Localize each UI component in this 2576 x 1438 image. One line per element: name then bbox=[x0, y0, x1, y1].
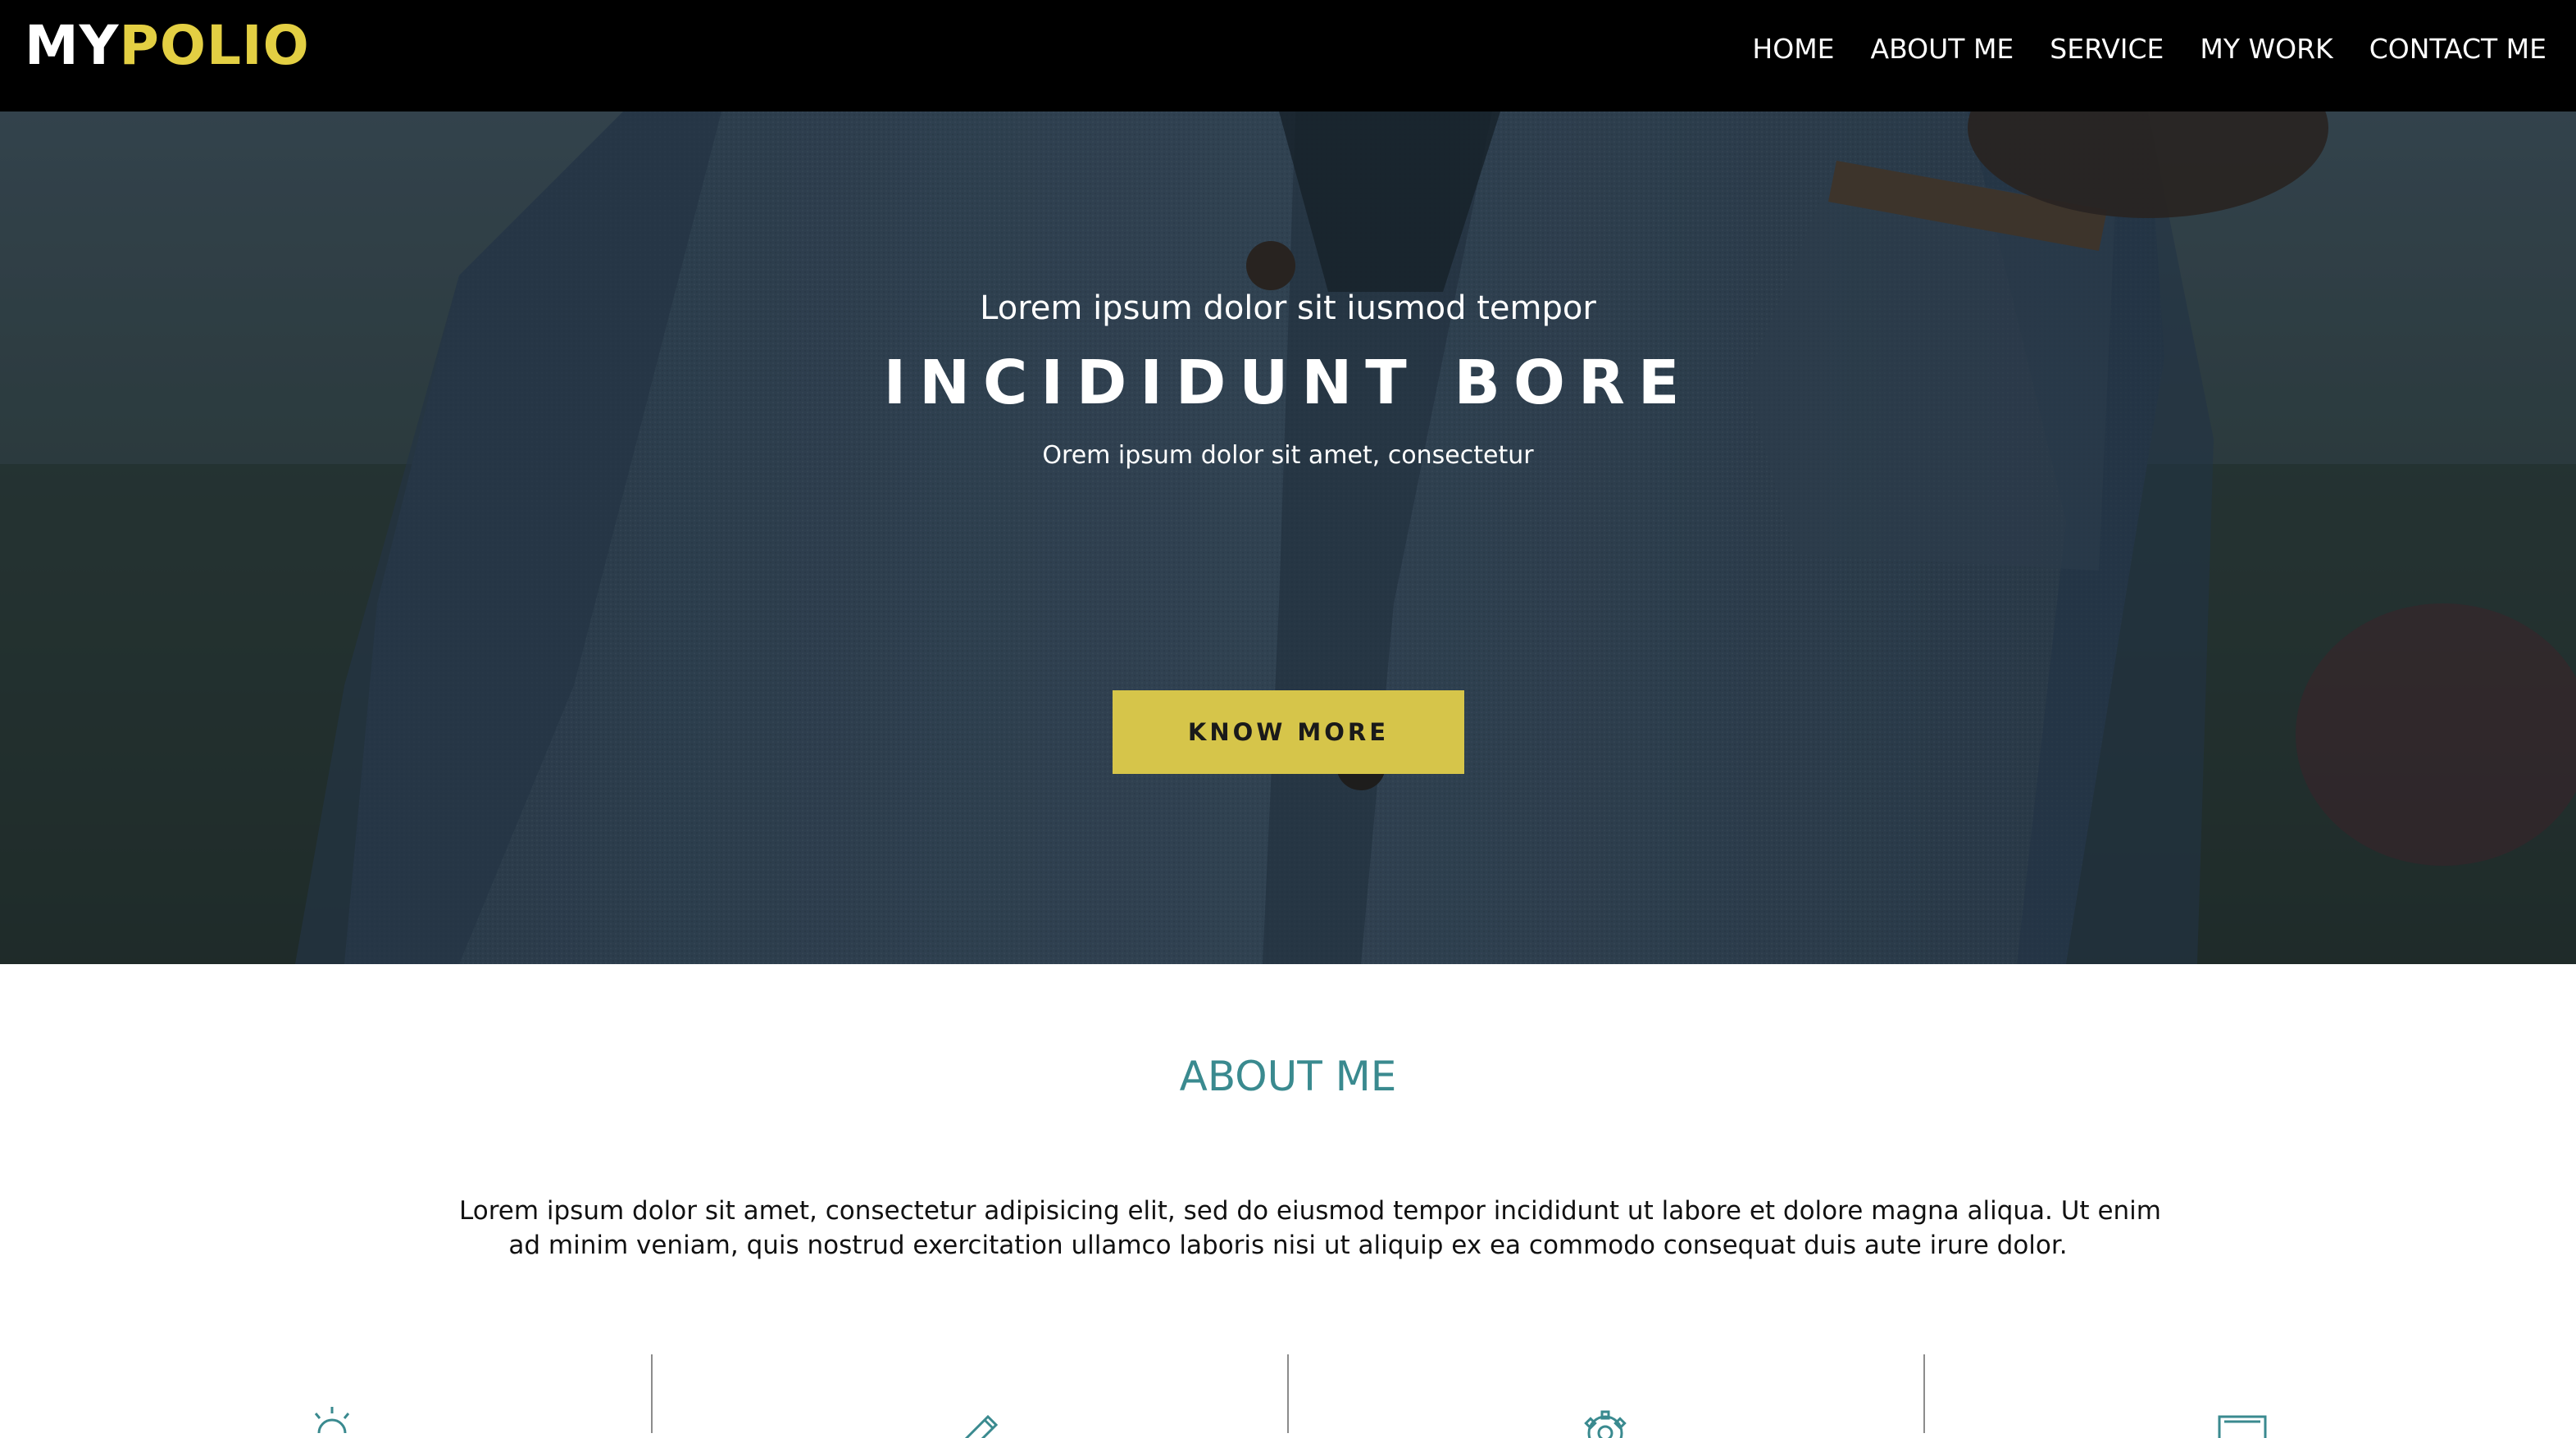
monitor-icon bbox=[2216, 1405, 2269, 1438]
main-nav: HOME ABOUT ME SERVICE MY WORK CONTACT ME bbox=[1752, 28, 2546, 71]
hero-dark-overlay bbox=[0, 111, 2576, 964]
about-section-title: ABOUT ME bbox=[1179, 1053, 1397, 1100]
nav-home[interactable]: HOME bbox=[1752, 28, 1834, 71]
know-more-button[interactable]: KNOW MORE bbox=[1113, 690, 1464, 774]
nav-my-work[interactable]: MY WORK bbox=[2200, 28, 2333, 71]
column-divider bbox=[1287, 1354, 1289, 1433]
hero-section: Lorem ipsum dolor sit iusmod tempor INCI… bbox=[0, 111, 2576, 964]
gear-icon bbox=[1579, 1405, 1632, 1438]
about-paragraph-line-1: Lorem ipsum dolor sit amet, consectetur … bbox=[459, 1196, 2161, 1226]
hero-subtitle: Lorem ipsum dolor sit iusmod tempor bbox=[980, 289, 1596, 327]
nav-about-me[interactable]: ABOUT ME bbox=[1871, 28, 2014, 71]
column-divider bbox=[651, 1354, 653, 1433]
hero-title: INCIDIDUNT BORE bbox=[883, 348, 1693, 418]
nav-contact-me[interactable]: CONTACT ME bbox=[2369, 28, 2546, 71]
logo-part-my: MY bbox=[25, 14, 120, 77]
site-logo[interactable]: MYPOLIO bbox=[25, 15, 310, 77]
logo-part-polio: POLIO bbox=[119, 14, 310, 77]
pencil-icon bbox=[955, 1405, 1008, 1438]
about-paragraph: Lorem ipsum dolor sit amet, consectetur … bbox=[459, 1194, 2161, 1263]
features-row bbox=[0, 1354, 2576, 1438]
top-navbar: MYPOLIO HOME ABOUT ME SERVICE MY WORK CO… bbox=[0, 0, 2576, 111]
lightbulb-icon bbox=[306, 1405, 358, 1438]
about-paragraph-line-2: ad minim veniam, quis nostrud exercitati… bbox=[508, 1231, 2068, 1260]
column-divider bbox=[1923, 1354, 1925, 1433]
nav-service[interactable]: SERVICE bbox=[2050, 28, 2164, 71]
hero-description: Orem ipsum dolor sit amet, consectetur bbox=[1042, 441, 1534, 470]
